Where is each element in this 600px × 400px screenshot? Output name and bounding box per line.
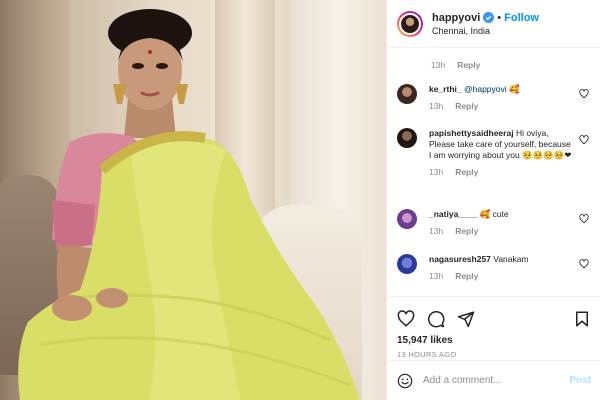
comment-body: ke_rthi_ @happyovi 🥰 13h Reply [429, 84, 593, 112]
bookmark-icon[interactable] [573, 310, 591, 328]
reply-button[interactable]: Reply [457, 60, 480, 70]
reply-button[interactable]: Reply [455, 226, 478, 237]
post-photo[interactable] [0, 0, 386, 400]
comment-item: _natiya____ 🥰 cute 13h Reply [397, 209, 593, 237]
author-username[interactable]: happyovi [432, 12, 480, 24]
comment-text: Vanakam [493, 254, 529, 264]
comment-meta: 13h Reply [429, 271, 593, 282]
likes-count[interactable]: 15,947 likes [387, 331, 600, 346]
add-comment-bar: Post [387, 360, 600, 400]
commenter-username[interactable]: _natiya____ [429, 209, 477, 219]
smile-icon[interactable] [397, 373, 413, 389]
author-avatar[interactable] [397, 10, 423, 37]
paper-plane-icon[interactable] [457, 310, 475, 328]
comment-item: papishettysaidheeraj Hi oviya, Please ta… [397, 128, 593, 178]
comment-body: _natiya____ 🥰 cute 13h Reply [429, 209, 593, 237]
author-row: happyovi • Follow [432, 12, 539, 24]
post-comment-button[interactable]: Post [569, 375, 591, 386]
author-info: happyovi • Follow Chennai, India [432, 12, 539, 36]
commenter-username[interactable]: nagasuresh257 [429, 254, 491, 264]
commenter-avatar[interactable] [397, 84, 417, 104]
commenter-avatar[interactable] [397, 128, 417, 148]
comment-time: 13h [431, 60, 446, 70]
comment-like-heart-icon[interactable] [579, 135, 589, 145]
post-side-panel: happyovi • Follow Chennai, India 13h Rep… [386, 0, 600, 400]
comment-item: ke_rthi_ @happyovi 🥰 13h Reply [397, 84, 593, 112]
clipped-comment-text [433, 48, 583, 52]
comment-time: 13h [429, 271, 444, 281]
comment-icon[interactable] [427, 310, 445, 328]
comments-list[interactable]: 13h Reply ke_rthi_ @happyovi 🥰 13h Reply… [387, 48, 600, 296]
commenter-avatar[interactable] [397, 209, 417, 229]
heart-icon[interactable] [397, 309, 415, 328]
reply-button[interactable]: Reply [455, 167, 478, 178]
add-comment-input[interactable] [423, 375, 563, 386]
separator-dot: • [497, 11, 502, 24]
reply-button[interactable]: Reply [455, 101, 478, 112]
comment-meta: 13h Reply [429, 101, 593, 112]
reply-button[interactable]: Reply [455, 271, 478, 282]
woman-in-saree-figure [18, 9, 360, 400]
post-timestamp[interactable]: 13 HOURS AGO [387, 346, 600, 359]
comment-meta: 13h Reply [429, 167, 575, 178]
follow-button[interactable]: Follow [504, 12, 539, 24]
comment-body: nagasuresh257 Vanakam 13h Reply [429, 254, 593, 282]
post-location[interactable]: Chennai, India [432, 26, 539, 36]
comment-time: 13h [429, 167, 444, 177]
post-header: happyovi • Follow Chennai, India [387, 0, 600, 48]
comment-meta: 13h Reply [431, 60, 480, 70]
comment-like-heart-icon[interactable] [579, 89, 589, 99]
verified-badge-icon [483, 12, 495, 23]
comment-text: 🥰 cute [479, 209, 509, 219]
comment-time: 13h [429, 101, 444, 111]
comment-like-heart-icon[interactable] [579, 259, 589, 269]
comment-item: nagasuresh257 Vanakam 13h Reply [397, 254, 593, 282]
commenter-username[interactable]: papishettysaidheeraj [429, 128, 514, 138]
comment-text: @happyovi 🥰 [463, 84, 520, 94]
comment-time: 13h [429, 226, 444, 236]
commenter-avatar[interactable] [397, 254, 417, 274]
commenter-username[interactable]: ke_rthi_ [429, 84, 462, 94]
action-buttons [387, 297, 600, 331]
comment-like-heart-icon[interactable] [579, 214, 589, 224]
comment-body: papishettysaidheeraj Hi oviya, Please ta… [429, 128, 593, 178]
comment-meta: 13h Reply [429, 226, 593, 237]
